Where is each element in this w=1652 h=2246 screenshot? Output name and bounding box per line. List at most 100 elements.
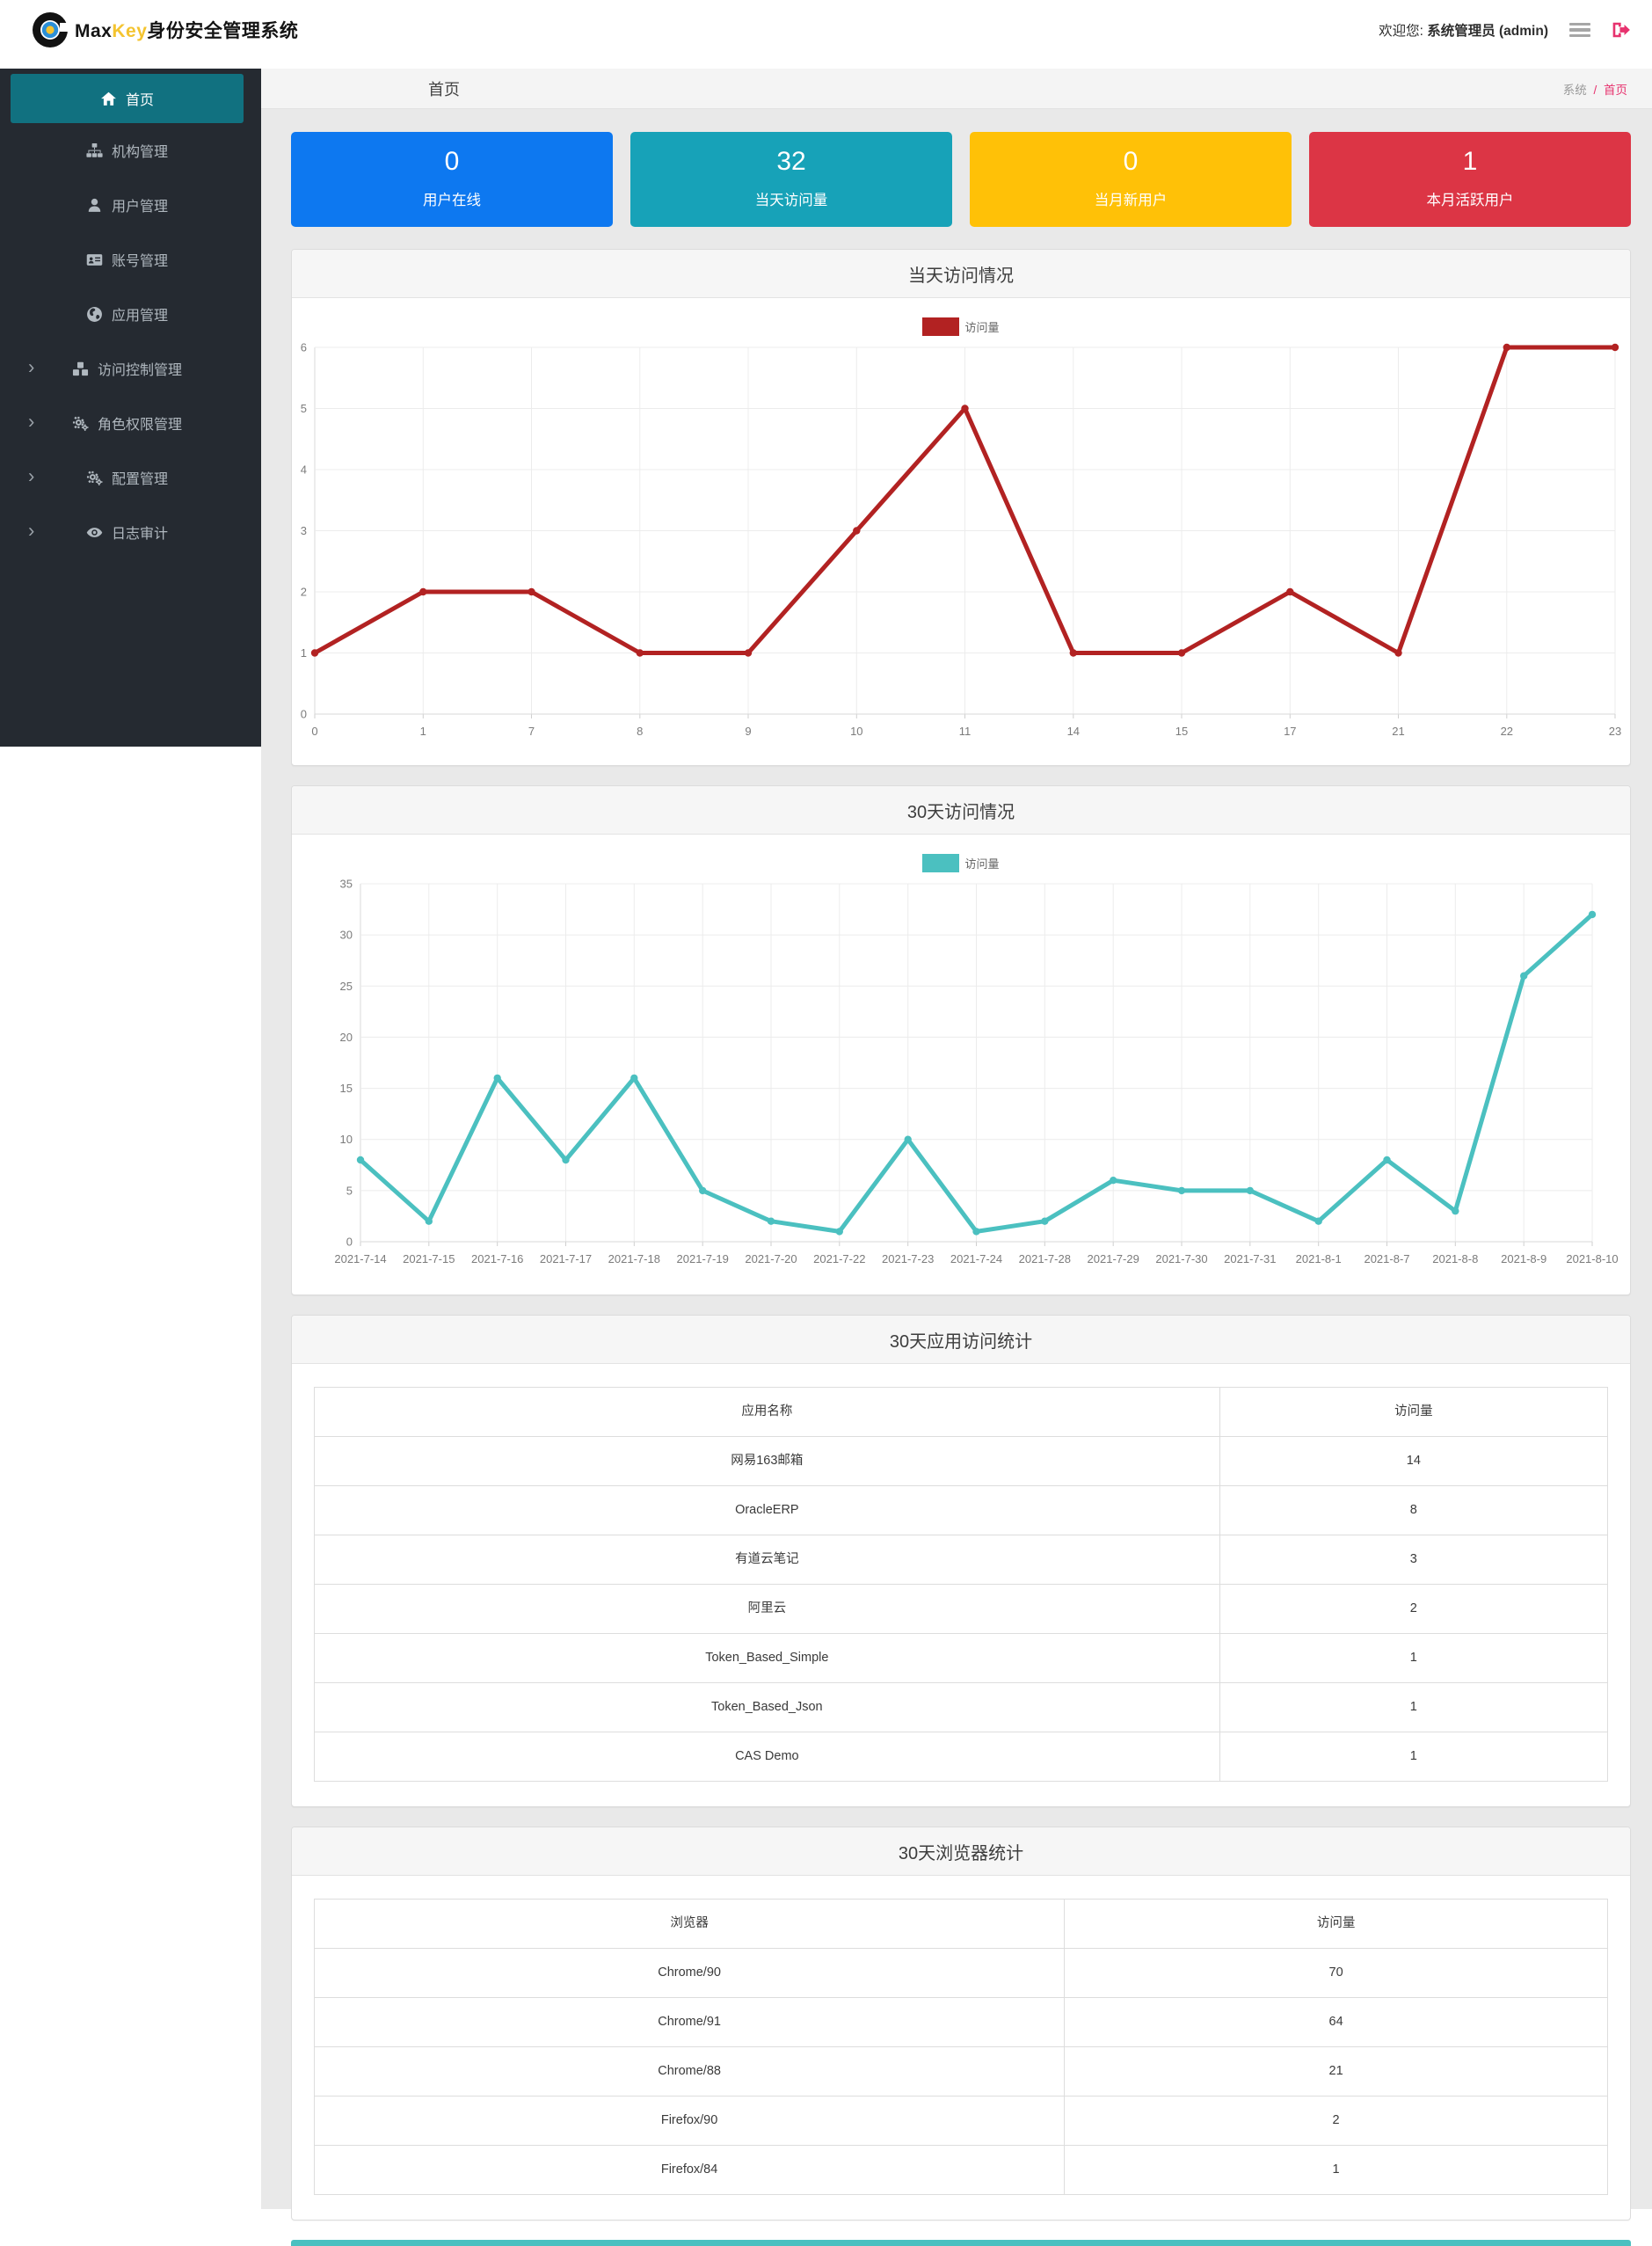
sidebar-item-label: 首页 <box>125 93 154 108</box>
table-row: OracleERP 8 <box>314 1485 1608 1535</box>
sidebar-item-label: 机构管理 <box>111 145 168 160</box>
column-header: 浏览器 <box>670 1916 709 1930</box>
table-row: Chrome/88 21 <box>314 2046 1608 2097</box>
stat-cards-row: 0 用户在线 32 当天访问量 0 当月新用户 1 本月活跃用户 <box>291 132 1631 227</box>
sidebar-item-access-control[interactable]: › 访问控制管理 <box>11 341 244 396</box>
legend-label[interactable]: 访问量 <box>964 318 999 335</box>
breadcrumb-current-link[interactable]: 首页 <box>1604 84 1627 97</box>
content-header: 首页 系统 / 首页 <box>261 69 1652 109</box>
name-cell: Firefox/84 <box>660 2162 718 2177</box>
app-visits-table: 应用名称 访问量 网易163邮箱 14 OracleERP 8 有道云笔记 3 阿里云 2 Toke… <box>314 1387 1608 1782</box>
breadcrumb: 系统 / 首页 <box>1563 80 1627 98</box>
panel-30day-app-stats: 30天应用访问统计 应用名称 访问量网易163邮箱 14 OracleERP 8 有道云笔… <box>291 1315 1631 1807</box>
visit-count-cell: 70 <box>1064 1948 1608 1998</box>
sidebar-item-label: 日志审计 <box>111 527 168 542</box>
sitemap-icon <box>86 142 104 159</box>
sidebar-item-account[interactable]: 账号管理 <box>11 232 244 287</box>
panel-title: 30天访问情况 <box>292 786 1630 835</box>
sidebar-item-log-audit[interactable]: › 日志审计 <box>11 505 244 559</box>
table-row: Chrome/91 64 <box>314 1997 1608 2047</box>
table-row: Firefox/90 2 <box>314 2096 1608 2146</box>
svg-text:15: 15 <box>340 1082 353 1095</box>
main-content: 首页 系统 / 首页 0 用户在线 32 当天访问量 0 当月新用户 1 本月活跃用户 当天访… <box>261 69 1652 2246</box>
sidebar-item-label: 用户管理 <box>111 200 168 215</box>
svg-text:10: 10 <box>850 725 862 738</box>
visit-count-cell: 1 <box>1219 1682 1608 1732</box>
breadcrumb-separator: / <box>1593 83 1597 97</box>
svg-text:11: 11 <box>959 725 972 738</box>
panel-title: 30天应用访问统计 <box>292 1316 1630 1364</box>
maxkey-logo-icon <box>32 11 69 48</box>
legend-label[interactable]: 访问量 <box>964 855 999 871</box>
svg-text:20: 20 <box>340 1031 353 1044</box>
visit-count-cell: 2 <box>1219 1584 1608 1634</box>
chevron-right-icon: › <box>28 410 35 433</box>
cogs-icon <box>72 414 90 432</box>
svg-text:2021-7-17: 2021-7-17 <box>540 1252 592 1265</box>
svg-text:2021-7-19: 2021-7-19 <box>677 1252 729 1265</box>
name-cell: Chrome/88 <box>658 2064 721 2078</box>
svg-text:2021-8-7: 2021-8-7 <box>1364 1252 1409 1265</box>
column-header: 访问量 <box>1064 1899 1608 1949</box>
stat-card-month-new-users: 0 当月新用户 <box>970 132 1292 227</box>
svg-text:2021-7-23: 2021-7-23 <box>882 1252 934 1265</box>
sidebar-item-role-permission[interactable]: › 角色权限管理 <box>11 396 244 450</box>
sidebar-item-org[interactable]: 机构管理 <box>11 123 244 178</box>
svg-text:0: 0 <box>301 708 307 721</box>
sidebar: 首页 机构管理 用户管理 账号管理 应用管理 › 访问控制管理 › 角色权限管理 › 配置管理 › 日志… <box>0 69 261 2209</box>
globe-icon <box>86 305 104 323</box>
svg-text:25: 25 <box>340 980 353 993</box>
sidebar-item-label: 角色权限管理 <box>97 418 182 433</box>
stat-card-today-visits: 32 当天访问量 <box>630 132 952 227</box>
svg-text:7: 7 <box>528 725 535 738</box>
cogs-icon <box>86 469 104 486</box>
table-row: 网易163邮箱 14 <box>314 1436 1608 1486</box>
breadcrumb-root-link[interactable]: 系统 <box>1563 84 1587 97</box>
chevron-right-icon: › <box>28 464 35 487</box>
stat-card-month-active-users: 1 本月活跃用户 <box>1309 132 1631 227</box>
visit-count-cell: 14 <box>1219 1436 1608 1486</box>
panel-today-visits-chart: 当天访问情况 访问量 0 1 7 8 9 10 11 14 15 17 21 22 23 0 1 2 3 4 5 6 <box>291 249 1631 766</box>
panel-title: 当天访问情况 <box>292 250 1630 298</box>
legend-swatch[interactable] <box>922 853 960 872</box>
sidebar-item-label: 访问控制管理 <box>97 363 182 378</box>
user-icon <box>86 196 104 214</box>
svg-text:35: 35 <box>340 878 353 891</box>
name-cell: Firefox/90 <box>660 2113 718 2127</box>
svg-text:2021-7-24: 2021-7-24 <box>950 1252 1002 1265</box>
30day-visits-line-chart-svg: 2021-7-14 2021-7-15 2021-7-16 2021-7-17 2021… <box>334 878 1618 1266</box>
svg-text:6: 6 <box>301 341 307 354</box>
stat-card-value: 0 <box>444 147 460 176</box>
svg-text:9: 9 <box>745 725 751 738</box>
sidebar-item-home[interactable]: 首页 <box>11 74 244 123</box>
svg-text:2: 2 <box>301 586 307 599</box>
svg-text:0: 0 <box>311 725 317 738</box>
panel-30day-visits-chart: 30天访问情况 访问量 2021-7-14 2021-7-15 2021-7-16 2… <box>291 785 1631 1295</box>
welcome-text: 欢迎您: 系统管理员 (admin) <box>1379 24 1548 39</box>
name-cell: Token_Based_Simple <box>705 1651 829 1665</box>
stat-card-online-users: 0 用户在线 <box>291 132 613 227</box>
table-row: CAS Demo 1 <box>314 1732 1608 1782</box>
chevron-right-icon: › <box>28 355 35 378</box>
svg-text:5: 5 <box>301 402 307 415</box>
svg-text:2021-7-15: 2021-7-15 <box>403 1252 455 1265</box>
page-title: 首页 <box>428 80 460 98</box>
sidebar-item-app[interactable]: 应用管理 <box>11 287 244 341</box>
menu-toggle-icon[interactable] <box>1569 19 1590 40</box>
legend-swatch[interactable] <box>922 317 960 336</box>
svg-text:2021-7-31: 2021-7-31 <box>1224 1252 1276 1265</box>
stat-card-value: 0 <box>1123 147 1139 176</box>
svg-text:2021-8-9: 2021-8-9 <box>1501 1252 1546 1265</box>
table-header-row: 浏览器 访问量 <box>314 1899 1608 1949</box>
table-header-row: 应用名称 访问量 <box>314 1387 1608 1437</box>
eye-icon <box>86 523 104 541</box>
name-cell: 网易163邮箱 <box>731 1454 804 1468</box>
svg-text:23: 23 <box>1609 725 1621 738</box>
stat-card-value: 1 <box>1462 147 1478 176</box>
sidebar-item-user[interactable]: 用户管理 <box>11 178 244 232</box>
sidebar-item-config[interactable]: › 配置管理 <box>11 450 244 505</box>
svg-text:21: 21 <box>1392 725 1404 738</box>
table-row: 有道云笔记 3 <box>314 1535 1608 1585</box>
svg-text:10: 10 <box>340 1133 353 1146</box>
logout-icon[interactable] <box>1612 21 1631 39</box>
